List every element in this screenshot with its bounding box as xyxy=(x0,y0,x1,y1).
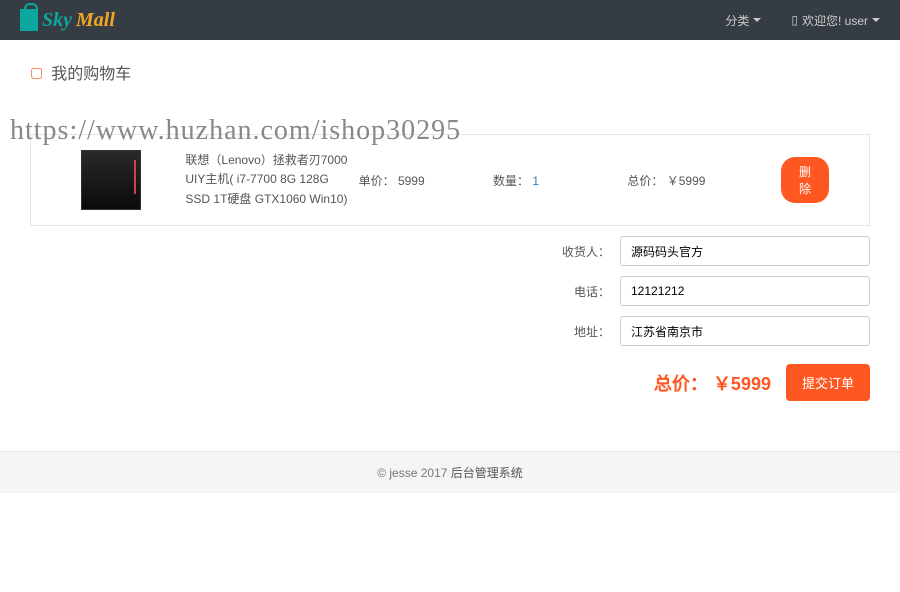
qty-cell: 数量： 1 xyxy=(493,172,627,189)
submit-order-button[interactable]: 提交订单 xyxy=(786,364,870,401)
grand-total-label: 总价： xyxy=(654,374,708,394)
caret-down-icon xyxy=(872,18,880,22)
navbar: SkyMall 分类 ▯ 欢迎您! user xyxy=(0,0,900,40)
recipient-input[interactable] xyxy=(620,236,870,266)
page-title: 我的购物车 xyxy=(51,60,131,84)
nav-right: 分类 ▯ 欢迎您! user xyxy=(725,12,880,29)
address-row: 地址： xyxy=(30,316,870,346)
logo[interactable]: SkyMall xyxy=(20,9,115,32)
recipient-row: 收货人： xyxy=(30,236,870,266)
admin-link[interactable]: 后台管理系统 xyxy=(451,466,523,480)
address-label: 地址： xyxy=(550,323,610,340)
product-name: 联想（Lenovo）拯救者刃7000 UIY主机( i7-7700 8G 128… xyxy=(185,151,358,209)
copyright: © jesse 2017 xyxy=(377,466,451,480)
caret-down-icon xyxy=(753,18,761,22)
price-value: 5999 xyxy=(398,174,425,188)
submit-row: 总价： ￥5999 提交订单 xyxy=(30,364,870,401)
price-label: 单价： xyxy=(359,174,395,188)
cart-table: 联想（Lenovo）拯救者刃7000 UIY主机( i7-7700 8G 128… xyxy=(30,134,870,226)
page-title-row: ▢ 我的购物车 xyxy=(30,60,870,84)
cart-row: 联想（Lenovo）拯救者刃7000 UIY主机( i7-7700 8G 128… xyxy=(31,135,869,225)
cart-icon: ▢ xyxy=(30,64,43,81)
product-image-cell xyxy=(51,150,185,210)
phone-label: 电话： xyxy=(550,283,610,300)
welcome-label: 欢迎您! user xyxy=(802,12,868,29)
product-image[interactable] xyxy=(81,150,141,210)
user-icon: ▯ xyxy=(791,13,798,27)
grand-total-value: ￥5999 xyxy=(713,374,771,394)
main-container: ▢ 我的购物车 https://www.huzhan.com/ishop3029… xyxy=(0,40,900,421)
grand-total: 总价： ￥5999 xyxy=(654,370,771,396)
delete-button[interactable]: 删除 xyxy=(781,157,829,203)
price-cell: 单价： 5999 xyxy=(359,172,493,189)
user-dropdown[interactable]: ▯ 欢迎您! user xyxy=(791,12,880,29)
logo-text-2: Mall xyxy=(76,9,115,32)
recipient-label: 收货人： xyxy=(550,243,610,260)
address-input[interactable] xyxy=(620,316,870,346)
logo-text-1: Sky xyxy=(42,9,72,32)
phone-input[interactable] xyxy=(620,276,870,306)
line-total-value: ￥5999 xyxy=(667,174,706,188)
line-total-cell: 总价： ￥5999 xyxy=(627,172,781,189)
footer: © jesse 2017 后台管理系统 xyxy=(0,451,900,493)
qty-label: 数量： xyxy=(493,174,529,188)
phone-row: 电话： xyxy=(30,276,870,306)
checkout-form: 收货人： 电话： 地址： xyxy=(30,236,870,346)
category-dropdown[interactable]: 分类 xyxy=(725,12,761,29)
qty-value[interactable]: 1 xyxy=(532,174,539,188)
line-total-label: 总价： xyxy=(627,174,663,188)
action-cell: 删除 xyxy=(781,157,849,203)
category-label: 分类 xyxy=(725,12,749,29)
bag-icon xyxy=(20,9,38,31)
